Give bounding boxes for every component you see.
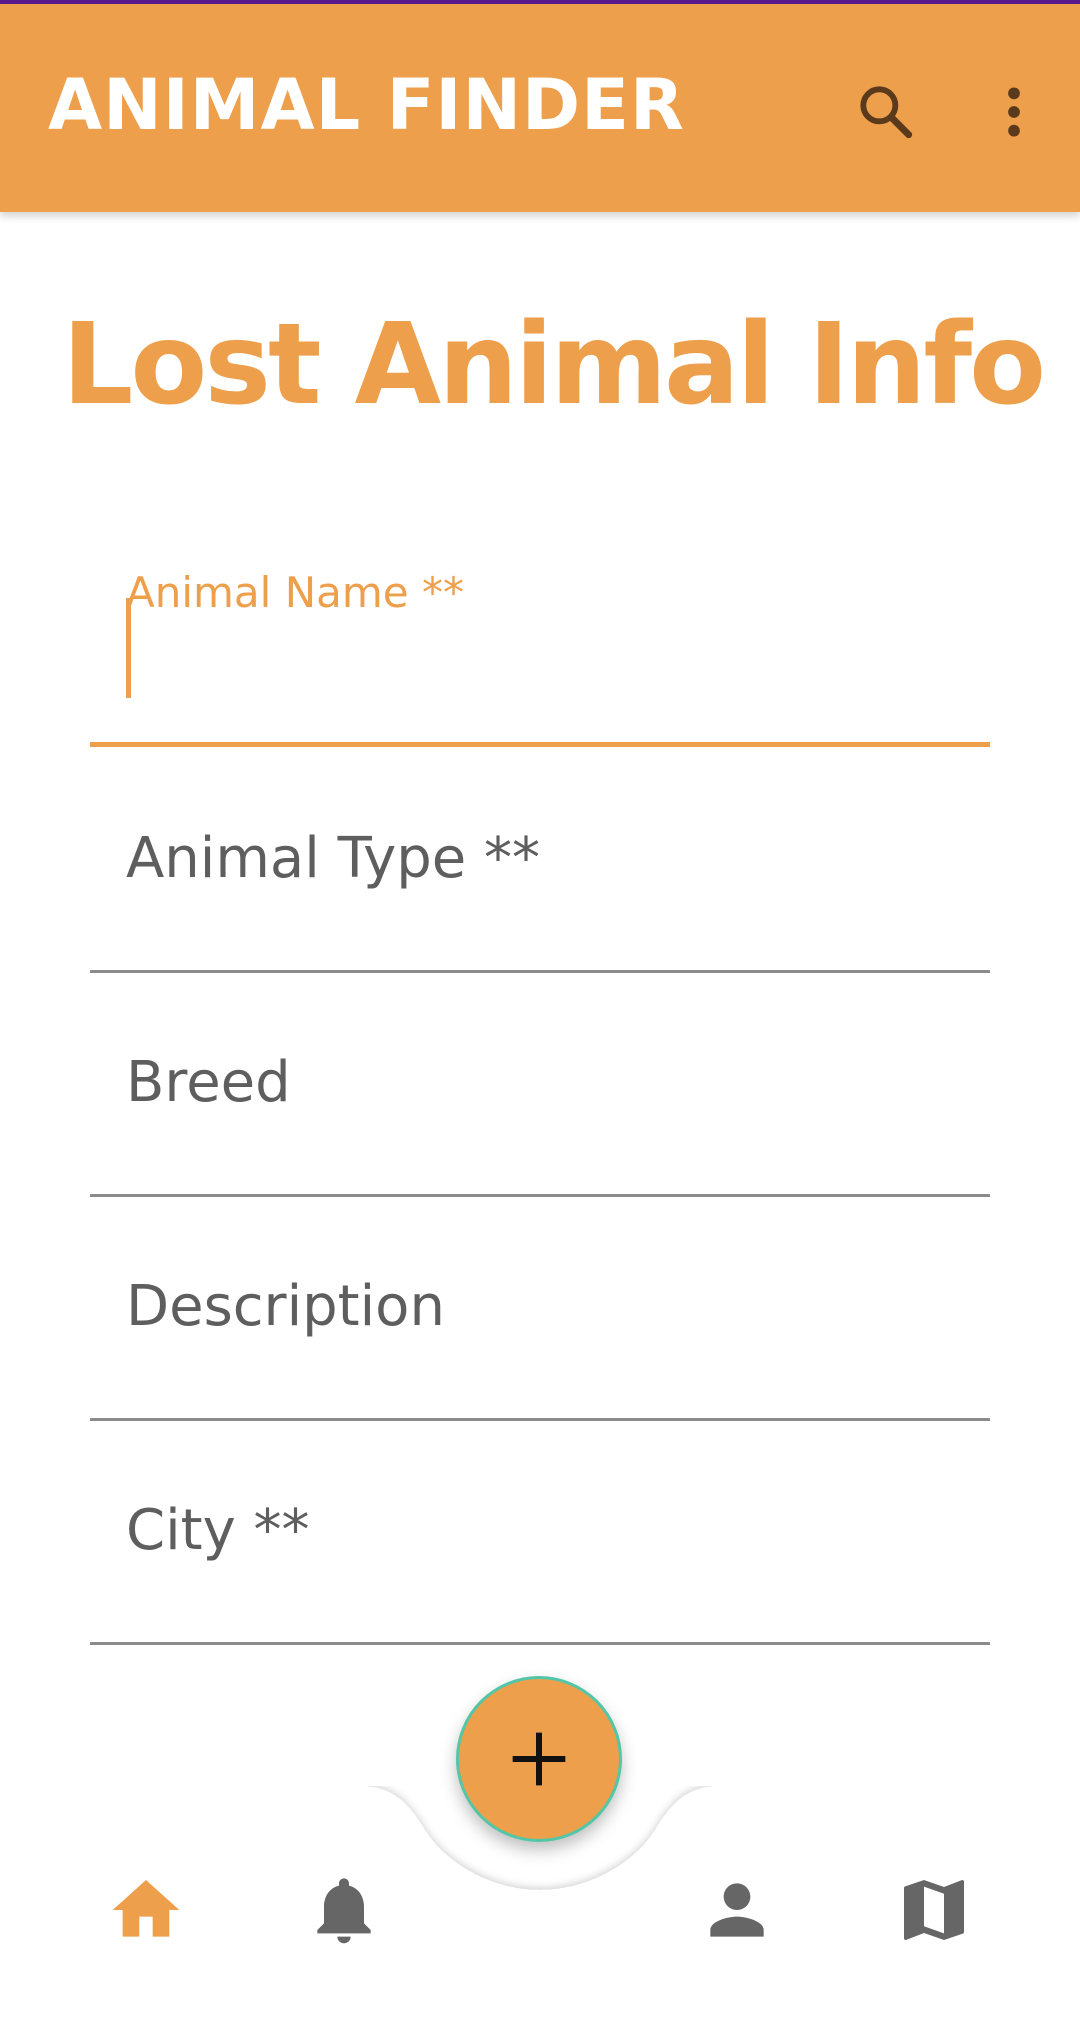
more-options-button[interactable] [982,80,1046,144]
breed-label: Breed [126,1050,291,1115]
animal-type-underline [90,970,990,973]
city-field[interactable]: City ** [90,1472,990,1647]
person-icon [710,1883,764,1937]
nav-profile-button[interactable] [697,1870,777,1950]
home-icon [112,1880,180,1937]
description-underline [90,1418,990,1421]
animal-type-field[interactable]: Animal Type ** [90,800,990,975]
text-caret [126,598,131,698]
search-icon [860,86,913,139]
description-label: Description [126,1274,445,1339]
app-title: ANIMAL FINDER [48,64,685,146]
city-underline [90,1642,990,1645]
animal-type-label: Animal Type ** [126,826,541,891]
breed-underline [90,1194,990,1197]
animal-name-underline [90,742,990,747]
map-icon [904,1880,964,1940]
animal-name-field[interactable]: Animal Name ** [90,560,990,752]
page-title: Lost Animal Info [62,300,1046,430]
plus-icon [512,1732,566,1786]
add-button[interactable] [456,1676,622,1842]
nav-home-button[interactable] [106,1870,186,1950]
more-vert-icon [1008,87,1020,137]
bell-icon [317,1878,371,1944]
breed-field[interactable]: Breed [90,1024,990,1199]
city-label: City ** [126,1498,310,1563]
nav-notifications-button[interactable] [304,1870,384,1950]
nav-map-button[interactable] [894,1870,974,1950]
description-field[interactable]: Description [90,1248,990,1423]
animal-name-label: Animal Name ** [126,568,464,617]
app-bar: ANIMAL FINDER [0,4,1080,212]
search-button[interactable] [854,80,918,144]
